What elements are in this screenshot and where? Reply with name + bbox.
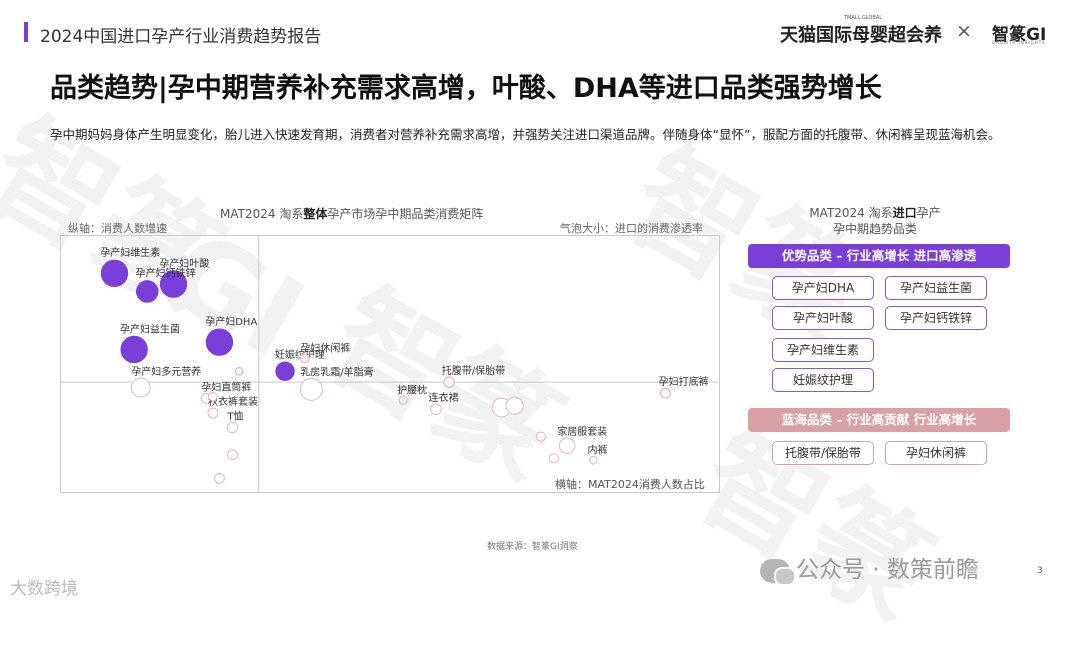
bubble-label: 孕妇直筒裤	[201, 381, 251, 394]
bubble-point	[226, 421, 239, 434]
bubble-point	[430, 403, 442, 416]
bubble-point	[234, 366, 244, 376]
bubble-label: 连衣裙	[429, 391, 459, 404]
bubble-point	[548, 453, 560, 464]
bubble-point	[130, 377, 151, 398]
bubble-label: T恤	[226, 409, 243, 422]
bubble-label: 内裤	[588, 443, 608, 456]
bubble-chart: 孕产妇维生素孕产妇叶酸孕产妇钙铁锌孕产妇益生菌孕产妇DHA妊娠纹护理孕妇休闲裤孕…	[60, 235, 720, 493]
bubble-point	[134, 279, 160, 304]
bubble-label: 孕产妇钙铁锌	[135, 267, 195, 280]
bubble-label: 孕产妇DHA	[205, 315, 257, 328]
bubble-point	[660, 387, 672, 399]
bubble-label: 孕妇休闲裤	[300, 341, 350, 354]
bubble-point	[227, 449, 238, 461]
bubble-point	[535, 431, 546, 442]
bubble-point	[207, 407, 219, 419]
bubble-label: 孕妇打底裤	[659, 375, 709, 388]
bubble-label: 孕产妇维生素	[100, 246, 160, 259]
bubble-label: 孕产妇多元营养	[131, 365, 201, 378]
bubble-point	[274, 360, 296, 382]
bubble-point	[208, 391, 218, 402]
bubble-label: 托腹带/保胎带	[442, 364, 505, 377]
bubble-label: 乳房乳霜/羊脂膏	[300, 365, 373, 378]
bubble-point	[299, 353, 310, 364]
bubble-point	[398, 395, 408, 405]
bubble-point	[443, 376, 455, 388]
bubble-label: 家居服套装	[557, 425, 607, 438]
bubble-point	[204, 327, 235, 357]
bubble-label: 护腰枕	[397, 383, 427, 396]
bubble-point	[505, 396, 524, 415]
bubble-point	[299, 377, 323, 401]
bubble-point	[214, 472, 225, 484]
bubble-label: 孕产妇益生菌	[120, 322, 180, 335]
bubble-point	[99, 258, 130, 288]
bubble-point	[589, 455, 598, 465]
bubble-point	[558, 437, 576, 454]
bubble-point	[119, 334, 149, 365]
